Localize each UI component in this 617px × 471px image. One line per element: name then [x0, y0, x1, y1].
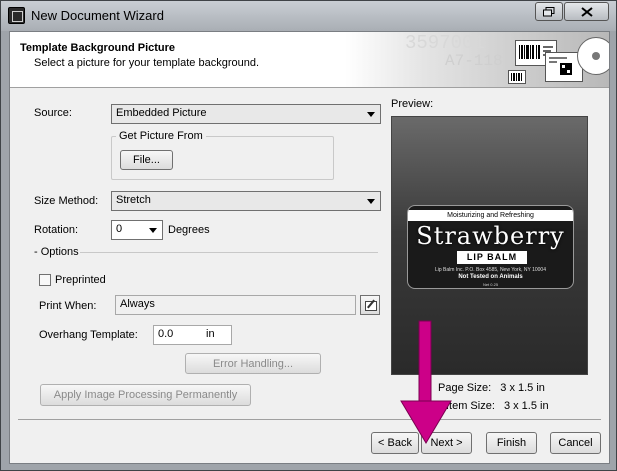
- preview-label-address: Lip Balm Inc. P.O. Box 4585, New York, N…: [435, 267, 546, 273]
- options-divider: [80, 252, 378, 253]
- apply-image-processing-button[interactable]: Apply Image Processing Permanently: [40, 384, 251, 406]
- page-title: Template Background Picture: [20, 42, 176, 54]
- page-size-value: 3 x 1.5 in: [500, 382, 545, 394]
- overhang-units: in: [206, 328, 215, 340]
- preview-label-top: Moisturizing and Refreshing: [408, 210, 573, 221]
- preprinted-checkbox[interactable]: [39, 274, 51, 286]
- rotation-units: Degrees: [168, 224, 210, 236]
- rotation-value: 0: [116, 223, 123, 235]
- next-button[interactable]: Next >: [421, 432, 472, 454]
- lip-balm-label-preview: Moisturizing and Refreshing Strawberry L…: [407, 205, 574, 289]
- banner-number-1: 3597001: [405, 32, 485, 54]
- source-label: Source:: [34, 107, 72, 119]
- close-button[interactable]: [564, 2, 609, 21]
- cancel-button[interactable]: Cancel: [550, 432, 601, 454]
- label-item-size-label: Label Item Size:: [416, 400, 495, 412]
- size-method-label: Size Method:: [34, 195, 99, 207]
- size-method-value: Stretch: [116, 194, 151, 206]
- rotation-label: Rotation:: [34, 224, 79, 236]
- wizard-client-area: Template Background Picture Select a pic…: [9, 31, 610, 464]
- banner-small-barcode: [508, 70, 526, 84]
- options-caption-text: Options: [40, 246, 79, 258]
- edit-expression-button[interactable]: [360, 295, 380, 315]
- wizard-window: New Document Wizard Template Background …: [0, 0, 617, 471]
- preview-panel: Moisturizing and Refreshing Strawberry L…: [391, 116, 588, 375]
- restore-button[interactable]: [535, 2, 563, 21]
- overhang-label: Overhang Template:: [39, 329, 138, 341]
- chevron-down-icon: [367, 199, 375, 204]
- back-button[interactable]: < Back: [371, 432, 419, 454]
- page-size-row: Page Size: 3 x 1.5 in: [438, 382, 545, 394]
- get-picture-caption: Get Picture From: [116, 130, 206, 142]
- preview-label-tested: Not Tested on Animals: [458, 274, 523, 280]
- header-banner-image: 3597001 A7-118: [345, 32, 609, 87]
- page-subtitle: Select a picture for your template backg…: [34, 57, 260, 69]
- preview-label-weight: Net 0.25: [482, 282, 499, 287]
- cd-disc-icon: [577, 37, 609, 75]
- page-size-label: Page Size:: [438, 382, 492, 394]
- preview-label: Preview:: [391, 98, 434, 110]
- size-method-dropdown[interactable]: Stretch: [111, 191, 381, 211]
- wizard-header: Template Background Picture Select a pic…: [10, 32, 609, 88]
- source-dropdown[interactable]: Embedded Picture: [111, 104, 381, 124]
- settings-pane: Source: Embedded Picture Get Picture Fro…: [10, 89, 388, 419]
- preview-label-tag: LIP BALM: [457, 251, 527, 264]
- chevron-down-icon: [367, 112, 375, 117]
- overhang-input[interactable]: 0.0 in: [153, 325, 232, 345]
- rotation-dropdown[interactable]: 0: [111, 220, 163, 240]
- print-when-field[interactable]: Always: [115, 295, 356, 315]
- small-barcode-icon: [511, 73, 522, 81]
- title-bar: New Document Wizard: [1, 1, 616, 31]
- overhang-value: 0.0: [158, 328, 174, 340]
- banner-number-2: A7-118: [445, 52, 503, 70]
- chevron-down-icon: [149, 228, 157, 233]
- restore-icon: [543, 6, 555, 16]
- options-caption: - Options: [34, 246, 79, 258]
- error-handling-button[interactable]: Error Handling...: [185, 353, 321, 374]
- file-button[interactable]: File...: [120, 150, 173, 170]
- close-icon: [580, 6, 593, 17]
- finish-button[interactable]: Finish: [486, 432, 537, 454]
- print-when-value: Always: [120, 298, 155, 310]
- print-when-label: Print When:: [39, 300, 97, 312]
- window-title: New Document Wizard: [31, 8, 164, 23]
- footer-divider: [18, 419, 601, 420]
- label-item-size-row: Label Item Size: 3 x 1.5 in: [416, 400, 549, 412]
- app-icon: [8, 7, 25, 24]
- label-item-size-value: 3 x 1.5 in: [503, 400, 549, 412]
- preview-label-flavor: Strawberry: [416, 222, 565, 250]
- preprinted-label: Preprinted: [55, 274, 106, 286]
- source-value: Embedded Picture: [116, 107, 207, 119]
